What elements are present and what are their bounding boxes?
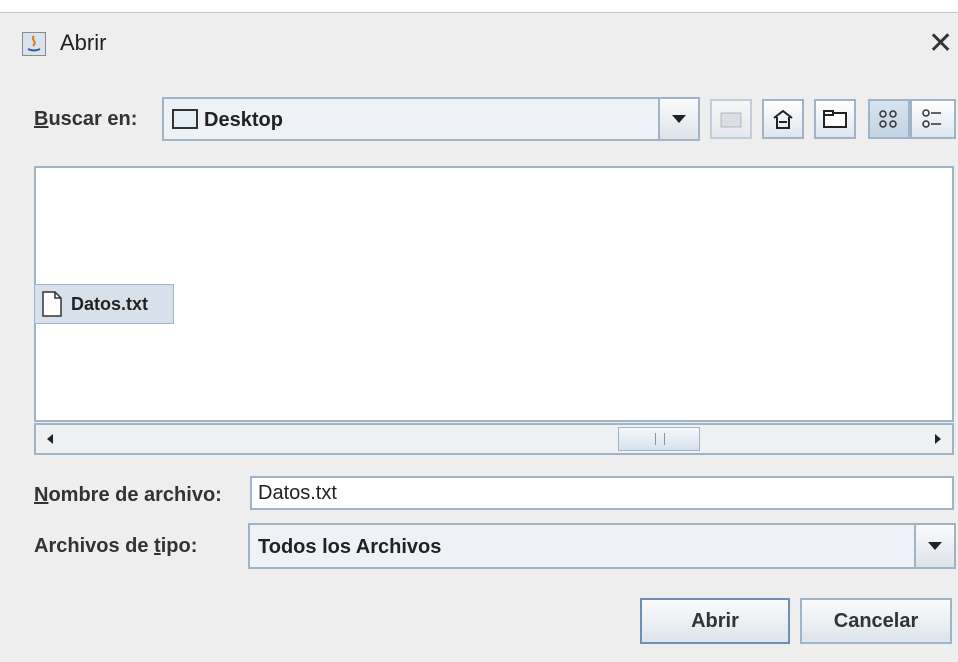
look-in-value: Desktop bbox=[204, 109, 283, 131]
arrow-left-icon bbox=[47, 434, 53, 444]
grip-icon bbox=[655, 433, 665, 445]
filetype-label: Archivos de tipo: bbox=[34, 535, 198, 557]
filetype-dropdown-button[interactable] bbox=[914, 525, 954, 567]
scroll-thumb[interactable] bbox=[618, 427, 700, 451]
close-icon[interactable]: ✕ bbox=[928, 26, 953, 61]
look-in-combo[interactable]: Desktop bbox=[162, 97, 700, 141]
look-in-dropdown-button[interactable] bbox=[658, 99, 698, 139]
list-view-button[interactable] bbox=[868, 99, 910, 139]
chevron-down-icon bbox=[928, 542, 942, 550]
filename-label: Nombre de archivo: bbox=[34, 484, 222, 506]
folder-icon bbox=[172, 109, 198, 129]
scroll-right-button[interactable] bbox=[924, 425, 952, 453]
java-app-icon bbox=[22, 32, 46, 56]
home-icon bbox=[773, 109, 793, 129]
scroll-left-button[interactable] bbox=[36, 425, 64, 453]
details-view-icon bbox=[922, 109, 941, 128]
dialog-title: Abrir bbox=[60, 30, 107, 55]
chevron-down-icon bbox=[672, 115, 686, 123]
window-top-edge bbox=[0, 0, 958, 13]
look-in-label: Buscar en: bbox=[34, 108, 138, 130]
file-item[interactable]: Datos.txt bbox=[34, 284, 174, 324]
filetype-value: Todos los Archivos bbox=[258, 536, 442, 558]
file-item-label: Datos.txt bbox=[71, 293, 149, 314]
details-view-button[interactable] bbox=[910, 99, 956, 139]
up-folder-icon bbox=[720, 112, 742, 128]
arrow-right-icon bbox=[935, 434, 941, 444]
cancel-button[interactable]: Cancelar bbox=[800, 598, 952, 644]
file-icon bbox=[42, 291, 62, 317]
up-folder-button[interactable] bbox=[710, 99, 752, 139]
open-button[interactable]: Abrir bbox=[640, 598, 790, 644]
file-list-hscrollbar[interactable] bbox=[34, 423, 954, 455]
filename-input[interactable]: Datos.txt bbox=[250, 476, 954, 510]
home-button[interactable] bbox=[762, 99, 804, 139]
new-folder-icon bbox=[823, 110, 847, 128]
list-view-icon bbox=[879, 110, 897, 128]
new-folder-button[interactable] bbox=[814, 99, 856, 139]
filetype-combo[interactable]: Todos los Archivos bbox=[248, 523, 956, 569]
